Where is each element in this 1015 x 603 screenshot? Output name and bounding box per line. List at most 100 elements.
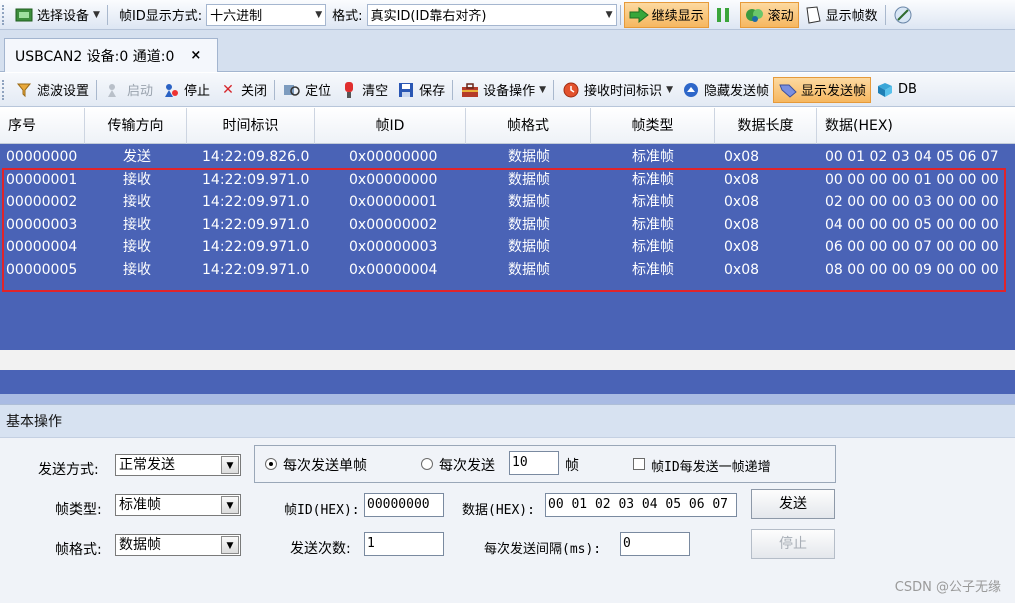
column-header-time[interactable]: 时间标识	[187, 108, 315, 144]
send-count-input[interactable]: 1	[364, 532, 444, 556]
locate-button[interactable]: 定位	[278, 77, 335, 103]
clear-icon	[339, 81, 359, 99]
column-header-data-hex[interactable]: 数据(HEX)	[817, 108, 1015, 144]
pause-icon	[713, 6, 733, 24]
pen-icon	[893, 6, 913, 24]
frame-id-mode-label: 帧ID显示方式:	[118, 9, 203, 24]
table-cell: 数据帧	[508, 149, 550, 165]
multi-frame-count-input[interactable]: 10	[509, 451, 559, 475]
table-cell: 00 01 02 03 04 05 06 07	[825, 149, 999, 165]
grid-scrollbar[interactable]	[0, 394, 1015, 404]
format-select[interactable]: 真实ID(ID靠右对齐) ▼	[366, 3, 617, 26]
send-count-group: 每次发送单帧 每次发送 10 帧 帧ID每发送一帧递增	[254, 445, 836, 483]
clock-icon	[561, 81, 581, 99]
data-hex-label: 数据(HEX):	[462, 503, 535, 518]
table-cell: 0x08	[724, 149, 760, 165]
funnel-icon	[14, 81, 34, 99]
settings-tool-button[interactable]	[889, 2, 920, 28]
rx-time-button[interactable]: 接收时间标识 ▼	[557, 77, 677, 103]
hide-tx-frames-button[interactable]: 隐藏发送帧	[677, 77, 773, 103]
locate-icon	[282, 81, 302, 99]
arrow-right-icon	[629, 6, 649, 24]
table-cell: 00000000	[6, 149, 78, 165]
chevron-down-icon: ▼	[221, 456, 239, 474]
stop-send-button[interactable]: 停止	[751, 529, 835, 559]
grid-empty-row	[0, 350, 1015, 370]
format-label: 格式:	[332, 9, 363, 24]
frame-format-label: 帧格式:	[55, 542, 102, 558]
floppy-icon	[396, 81, 416, 99]
tab-strip: USBCAN2 设备:0 通道:0 ×	[0, 30, 1015, 72]
watermark: CSDN @公子无缘	[894, 580, 1001, 595]
select-device-button[interactable]: 选择设备 ▼	[10, 2, 104, 28]
frame-id-label: 帧ID(HEX):	[284, 503, 360, 518]
panel-title: 基本操作	[0, 404, 1015, 438]
radio-single-frame[interactable]	[265, 458, 277, 470]
continue-display-button[interactable]: 继续显示	[623, 1, 709, 28]
radio-single-frame-label: 每次发送单帧	[283, 458, 367, 474]
show-frame-count-button[interactable]: 显示帧数	[799, 2, 882, 28]
column-header-frame-id[interactable]: 帧ID	[315, 108, 466, 144]
selection-highlight	[2, 168, 1006, 292]
clear-button[interactable]: 清空	[335, 77, 392, 103]
column-header-data-length[interactable]: 数据长度	[715, 108, 817, 144]
send-button[interactable]: 发送	[751, 489, 835, 519]
frame-format-select[interactable]: 数据帧 ▼	[115, 534, 241, 556]
chevron-down-icon: ▼	[315, 9, 323, 20]
tag-icon	[778, 81, 798, 99]
toolbox-icon	[460, 81, 480, 99]
column-header-direction[interactable]: 传输方向	[85, 108, 187, 144]
send-count-label: 发送次数:	[290, 541, 351, 557]
toolbar-grip[interactable]	[2, 4, 6, 25]
device-operations-button[interactable]: 设备操作 ▼	[456, 77, 550, 103]
increment-id-checkbox[interactable]	[633, 458, 645, 470]
send-mode-label: 发送方式:	[38, 462, 99, 478]
frame-type-label: 帧类型:	[55, 502, 102, 518]
start-button[interactable]: 启动	[100, 77, 157, 103]
frame-id-input[interactable]: 00000000	[364, 493, 444, 517]
show-tx-frames-button[interactable]: 显示发送帧	[773, 76, 872, 103]
send-mode-select[interactable]: 正常发送 ▼	[115, 454, 241, 476]
tab-usbcan2[interactable]: USBCAN2 设备:0 通道:0 ×	[4, 38, 218, 72]
send-interval-input[interactable]: 0	[620, 532, 690, 556]
chevron-down-icon: ▼	[605, 9, 613, 20]
chevron-down-icon: ▼	[93, 9, 100, 20]
increment-id-label: 帧ID每发送一帧递增	[651, 460, 771, 475]
toolbar-grip[interactable]	[2, 79, 6, 100]
grid-header: 序号 传输方向 时间标识 帧ID 帧格式 帧类型 数据长度 数据(HEX)	[0, 108, 1015, 144]
chevron-down-icon: ▼	[221, 496, 239, 514]
chevron-down-icon: ▼	[539, 84, 547, 95]
frame-grid[interactable]: 序号 传输方向 时间标识 帧ID 帧格式 帧类型 数据长度 数据(HEX) 00…	[0, 108, 1015, 404]
close-device-button[interactable]: ✕ 关闭	[214, 77, 271, 103]
send-interval-label: 每次发送间隔(ms):	[484, 542, 602, 557]
document-icon	[803, 5, 823, 24]
multi-frame-unit: 帧	[565, 458, 579, 474]
radio-multi-frame[interactable]	[421, 458, 433, 470]
table-row[interactable]: 00000000 发送 14:22:09.826.0 0x00000000 数据帧 标准帧…	[0, 146, 1015, 168]
eject-icon	[681, 81, 701, 99]
start-icon	[104, 81, 124, 99]
secondary-toolbar: 滤波设置 启动 停止 ✕ 关闭 定位 清空 保存 设备操作 ▼ 接收时间标识 ▼…	[0, 73, 1015, 107]
frame-type-select[interactable]: 标准帧 ▼	[115, 494, 241, 516]
pause-button[interactable]	[709, 2, 740, 28]
filter-settings-button[interactable]: 滤波设置	[10, 77, 93, 103]
column-header-frame-format[interactable]: 帧格式	[466, 108, 591, 144]
dbc-button[interactable]: DB	[871, 77, 921, 103]
stop-icon	[161, 81, 181, 99]
table-cell: 发送	[123, 149, 151, 165]
table-cell: 0x00000000	[349, 149, 438, 165]
save-button[interactable]: 保存	[392, 77, 449, 103]
table-cell: 14:22:09.826.0	[202, 149, 310, 165]
data-hex-input[interactable]: 00 01 02 03 04 05 06 07	[545, 493, 737, 517]
scroll-icon	[745, 6, 765, 24]
stop-button[interactable]: 停止	[157, 77, 214, 103]
frame-id-mode-select[interactable]: 十六进制 ▼	[206, 3, 327, 26]
chevron-down-icon: ▼	[221, 536, 239, 554]
scroll-button[interactable]: 滚动	[739, 1, 799, 28]
chevron-down-icon: ▼	[666, 84, 673, 95]
column-header-frame-type[interactable]: 帧类型	[591, 108, 715, 144]
close-icon[interactable]: ×	[190, 48, 201, 63]
table-cell: 标准帧	[632, 149, 674, 165]
column-header-index[interactable]: 序号	[0, 108, 85, 144]
device-icon	[14, 6, 34, 24]
